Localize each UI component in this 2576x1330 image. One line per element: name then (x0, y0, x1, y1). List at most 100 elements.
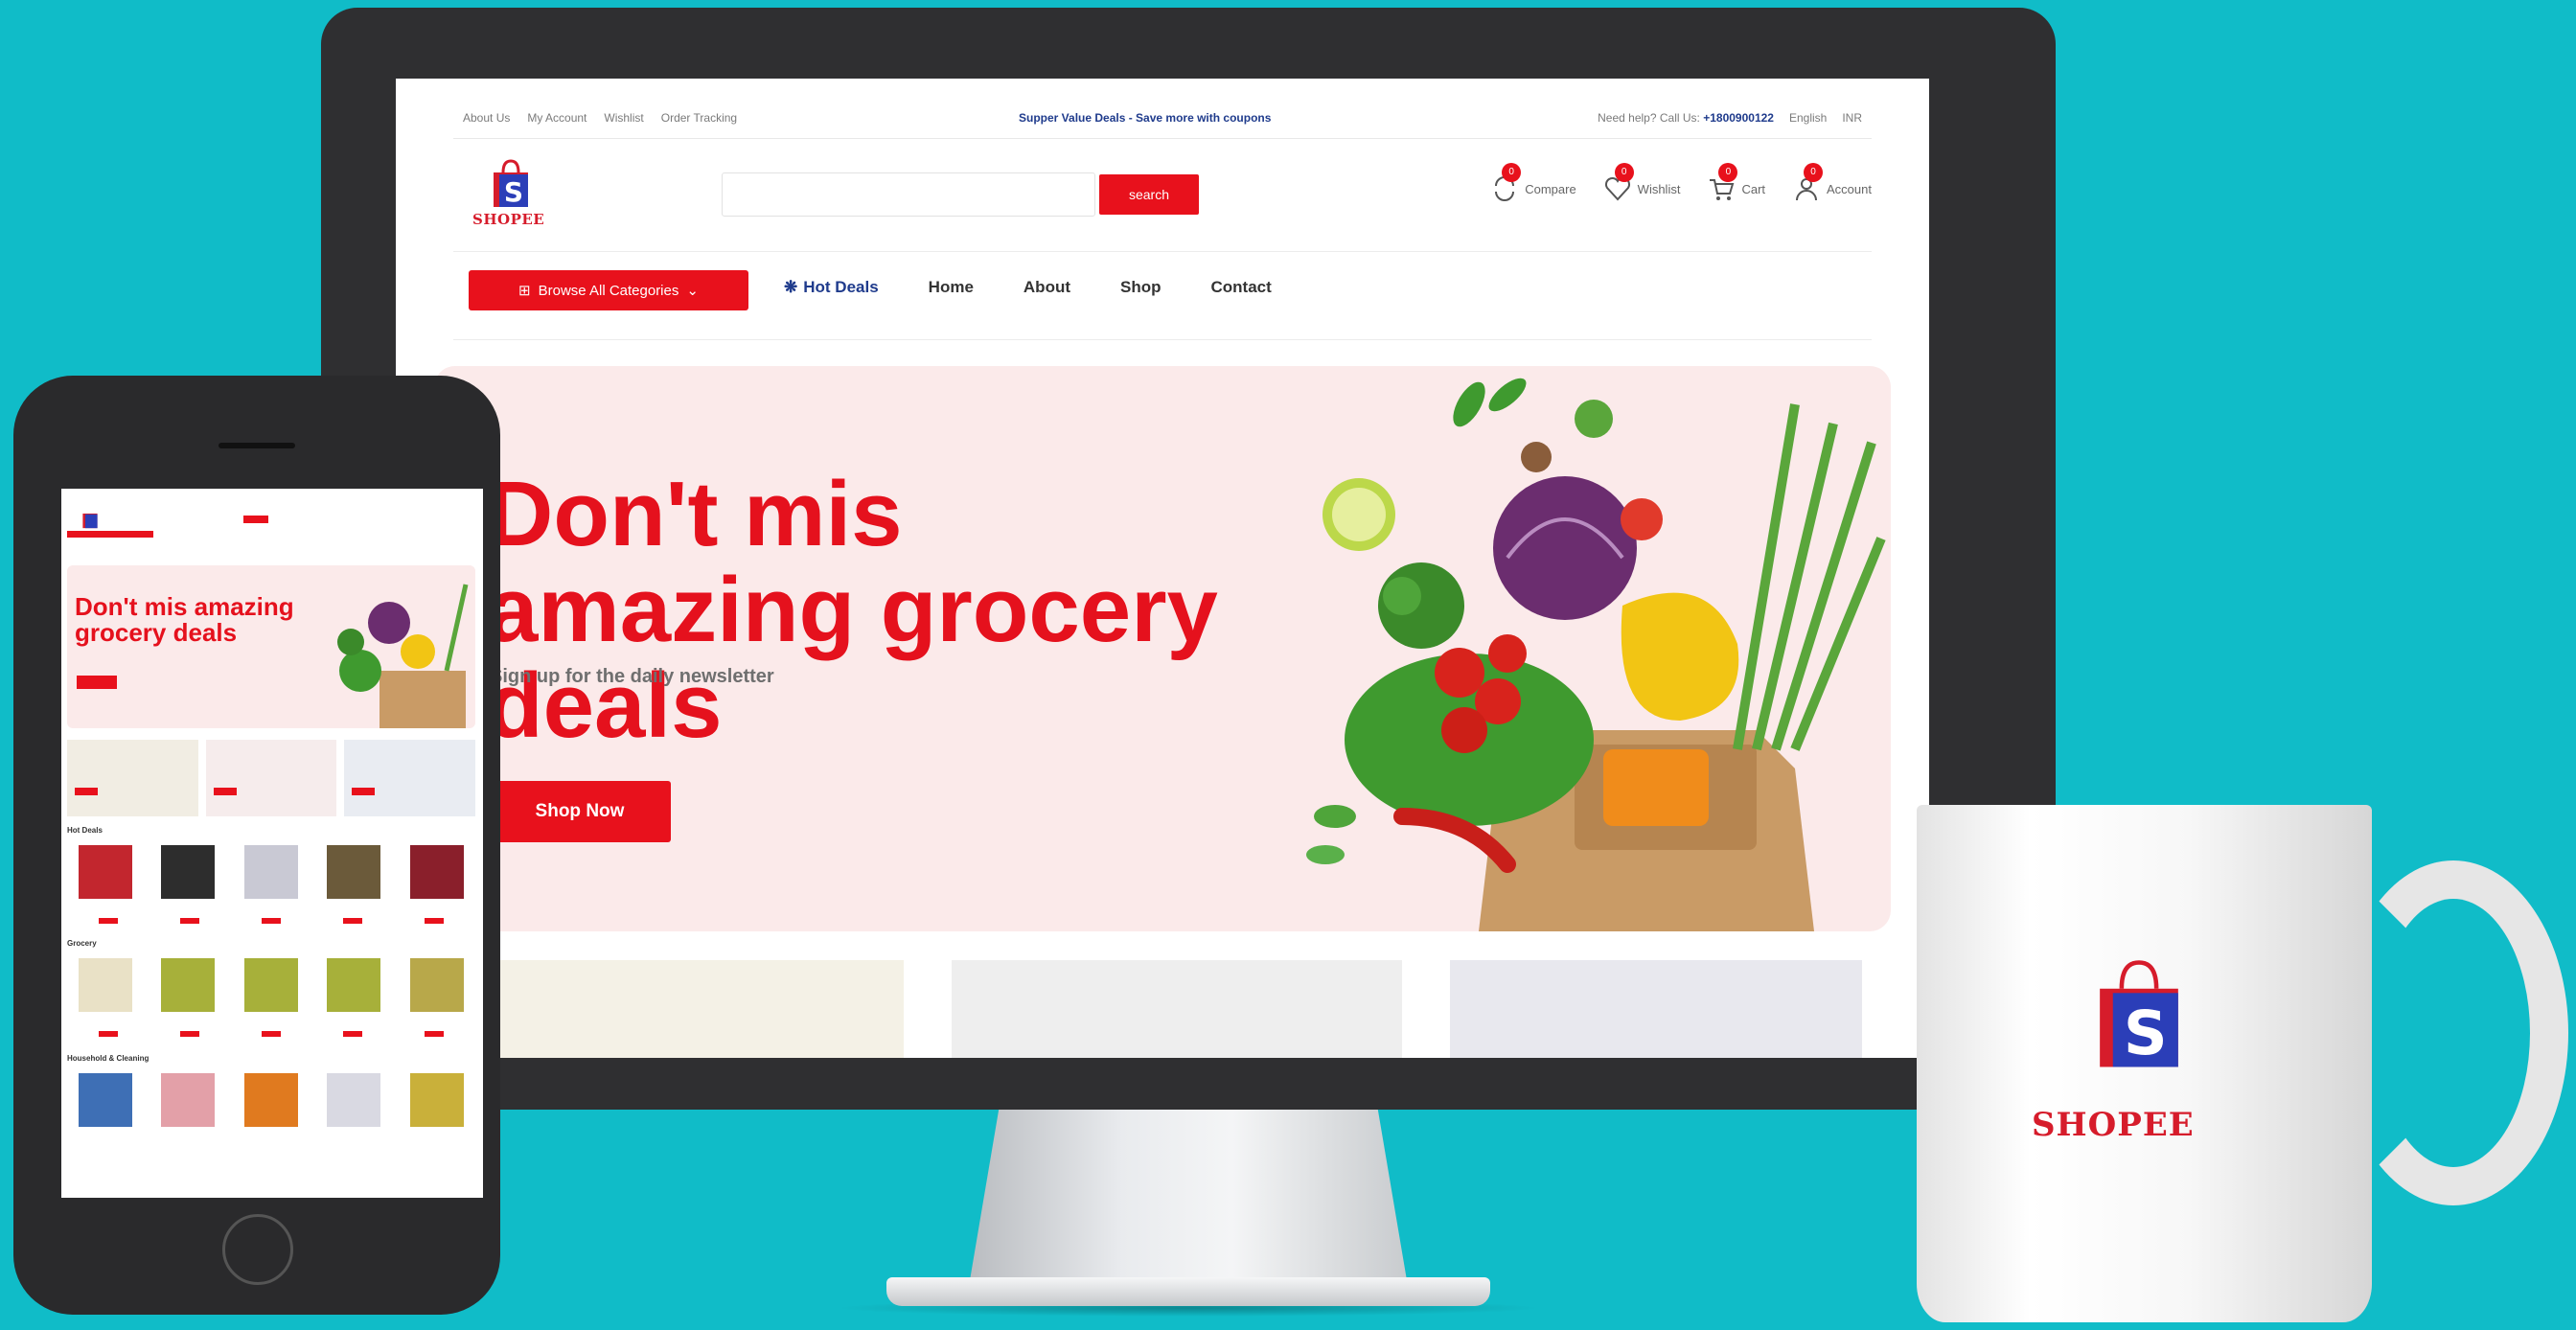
search-button[interactable]: search (1099, 174, 1199, 215)
add-button[interactable] (343, 918, 363, 924)
product-card[interactable] (150, 1069, 226, 1136)
phone-speaker (218, 443, 295, 448)
currency-select[interactable]: INR (1842, 111, 1862, 125)
mug-handle (2338, 860, 2568, 1205)
top-links: About Us My Account Wishlist Order Track… (463, 111, 737, 125)
mobile-product-row (67, 841, 475, 908)
mobile-promo-card[interactable] (205, 740, 337, 816)
hero-subtitle: Sign up for the daily newsletter (490, 666, 774, 687)
add-button[interactable] (261, 1031, 281, 1037)
product-image (327, 958, 381, 1012)
add-button[interactable] (425, 1031, 445, 1037)
category-card[interactable] (952, 960, 1402, 1058)
product-image (327, 845, 381, 899)
add-button[interactable] (179, 1031, 199, 1037)
header-compare[interactable]: 0 Compare (1490, 163, 1576, 203)
main-nav: ❋ Hot Deals Home About Shop Contact (784, 278, 1272, 297)
header-account[interactable]: 0 Account (1792, 163, 1872, 203)
top-link-account[interactable]: My Account (527, 111, 586, 125)
add-button[interactable] (98, 918, 118, 924)
top-link-about[interactable]: About Us (463, 111, 510, 125)
hero-banner: Don't mis amazing grocery deals Sign up … (434, 366, 1891, 931)
chevron-down-icon: ⌄ (686, 283, 699, 299)
category-card[interactable] (492, 960, 904, 1058)
product-card[interactable] (233, 1069, 310, 1136)
phone-home-button[interactable] (222, 1214, 293, 1285)
mobile-promo-card[interactable] (344, 740, 476, 816)
cart-label: Cart (1741, 181, 1766, 196)
help-text: Need help? Call Us: +1800900122 (1598, 111, 1774, 125)
hero-title: Don't mis amazing grocery deals (487, 463, 1218, 757)
mobile-promo-card[interactable] (67, 740, 198, 816)
product-card[interactable] (150, 954, 226, 1021)
product-image (161, 958, 216, 1012)
nav-contact[interactable]: Contact (1211, 278, 1272, 297)
category-card[interactable] (1450, 960, 1862, 1058)
phone-mockup: Don't mis amazing grocery deals Hot Deal… (13, 376, 500, 1315)
mobile-promo-button[interactable] (213, 788, 237, 795)
product-card[interactable] (399, 841, 475, 908)
product-card[interactable] (67, 1069, 144, 1136)
shop-now-button[interactable]: Shop Now (489, 781, 671, 842)
product-card[interactable] (399, 1069, 475, 1136)
browse-categories-button[interactable]: ⊞ Browse All Categories ⌄ (469, 270, 748, 310)
product-card[interactable] (67, 954, 144, 1021)
top-link-order-tracking[interactable]: Order Tracking (661, 111, 737, 125)
add-button[interactable] (425, 918, 445, 924)
browse-label: Browse All Categories (538, 282, 679, 299)
add-button[interactable] (261, 918, 281, 924)
mobile-logo-icon (82, 513, 98, 529)
add-button[interactable] (343, 1031, 363, 1037)
mobile-add-buttons (67, 1031, 475, 1037)
product-card[interactable] (233, 841, 310, 908)
mobile-promo-button[interactable] (352, 788, 376, 795)
product-card[interactable] (150, 841, 226, 908)
header-cart[interactable]: 0 Cart (1707, 163, 1766, 203)
product-card[interactable] (315, 954, 392, 1021)
brand-name: SHOPEE (472, 211, 545, 228)
compare-label: Compare (1525, 181, 1576, 196)
language-select[interactable]: English (1789, 111, 1827, 125)
top-link-wishlist[interactable]: Wishlist (604, 111, 643, 125)
product-image (409, 845, 464, 899)
product-image (409, 1073, 464, 1127)
product-card[interactable] (315, 841, 392, 908)
account-label: Account (1827, 181, 1872, 196)
nav-hot-deals[interactable]: ❋ Hot Deals (784, 278, 879, 297)
header-wishlist[interactable]: 0 Wishlist (1603, 163, 1680, 203)
mobile-section-grocery: Grocery (67, 939, 97, 948)
product-image (243, 958, 298, 1012)
product-image (243, 1073, 298, 1127)
product-card[interactable] (233, 954, 310, 1021)
top-bar: About Us My Account Wishlist Order Track… (463, 107, 1862, 128)
mobile-shop-now-button[interactable] (77, 676, 117, 689)
nav-about[interactable]: About (1024, 278, 1070, 297)
search-input[interactable] (722, 172, 1095, 217)
mobile-hero-banner: Don't mis amazing grocery deals (67, 565, 475, 728)
shopping-bag-icon: S (2100, 960, 2178, 1068)
fire-icon: ❋ (784, 278, 798, 296)
top-right: Need help? Call Us: +1800900122 English … (1598, 111, 1862, 125)
help-phone: +1800900122 (1703, 111, 1774, 125)
header-actions: 0 Compare 0 Wishlist 0 Cart 0 Account (1490, 163, 1872, 203)
divider (453, 138, 1872, 139)
mug-logo: S SHOPEE (2022, 958, 2262, 1150)
mobile-search-button[interactable] (243, 516, 268, 523)
add-button[interactable] (98, 1031, 118, 1037)
product-image (79, 845, 132, 899)
monitor-stand-neck (968, 1110, 1409, 1292)
mobile-promo-cards (67, 740, 476, 816)
nav-shop[interactable]: Shop (1120, 278, 1162, 297)
mobile-browse-button[interactable] (67, 531, 153, 538)
mobile-promo-button[interactable] (75, 788, 98, 795)
product-card[interactable] (399, 954, 475, 1021)
brand-logo[interactable]: S SHOPEE (472, 153, 549, 238)
shopping-bag-icon: S (494, 159, 528, 208)
hot-deals-label: Hot Deals (803, 278, 879, 296)
product-card[interactable] (67, 841, 144, 908)
add-button[interactable] (179, 918, 199, 924)
product-card[interactable] (315, 1069, 392, 1136)
nav-home[interactable]: Home (929, 278, 974, 297)
product-image (409, 958, 464, 1012)
help-prefix: Need help? Call Us: (1598, 111, 1700, 125)
